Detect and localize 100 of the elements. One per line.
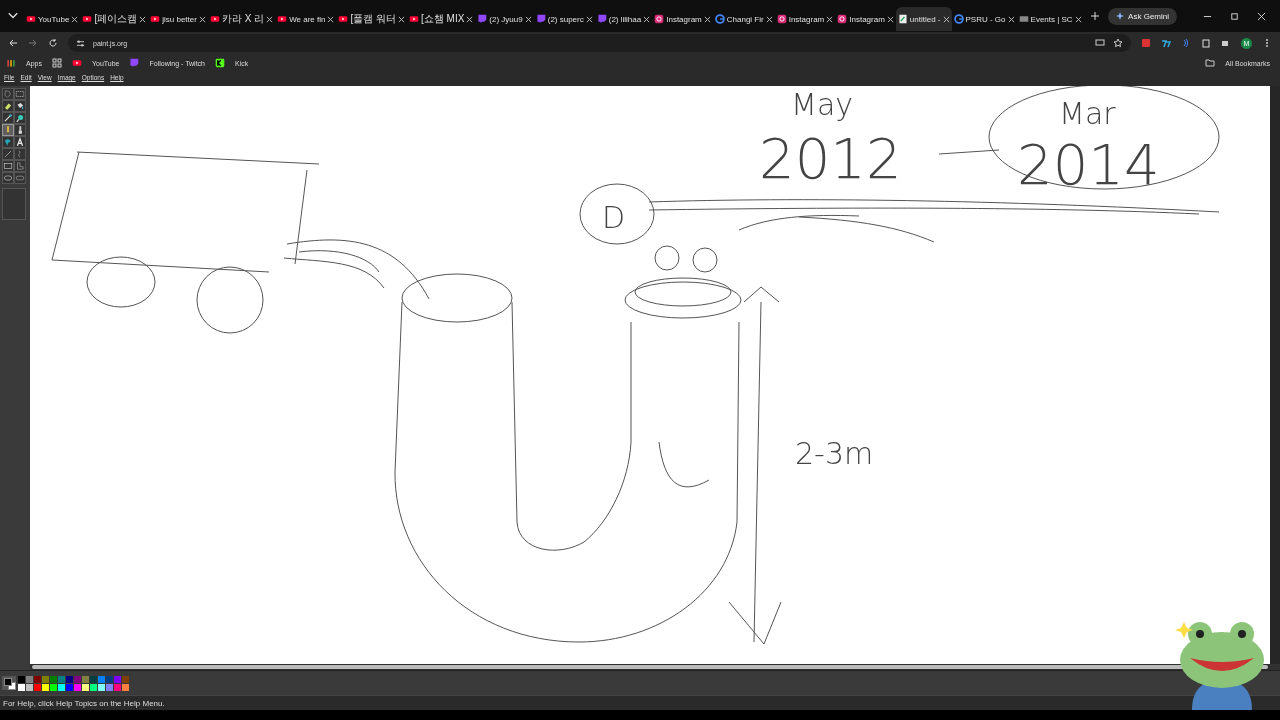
browser-tab[interactable]: 카라 X 리 (207, 7, 276, 31)
ellipse-tool-button[interactable] (2, 172, 14, 184)
close-icon[interactable] (1074, 15, 1082, 23)
palette-swatch[interactable] (106, 683, 113, 691)
palette-swatch[interactable] (50, 683, 57, 691)
close-icon[interactable] (1007, 15, 1015, 23)
close-icon[interactable] (327, 15, 335, 23)
browser-tab[interactable]: (2) superc (533, 7, 595, 31)
close-icon[interactable] (198, 15, 206, 23)
vertical-scrollbar[interactable] (1270, 86, 1280, 664)
apps-favicon-icon[interactable] (6, 58, 16, 68)
picker-tool-button[interactable] (2, 112, 14, 124)
browser-tab[interactable]: PSRU - Go (951, 7, 1017, 31)
grid-icon[interactable] (51, 58, 62, 68)
extension-icon[interactable] (1181, 38, 1191, 48)
palette-swatch[interactable] (82, 675, 89, 683)
folder-icon[interactable] (1205, 59, 1216, 67)
browser-tab[interactable]: (2) Jyuu9 (475, 7, 534, 31)
close-icon[interactable] (703, 15, 711, 23)
current-colors-swatch[interactable] (2, 676, 16, 690)
palette-swatch[interactable] (66, 683, 73, 691)
close-icon[interactable] (765, 15, 773, 23)
browser-tab[interactable]: [쇼챔 MIX (407, 7, 476, 31)
palette-swatch[interactable] (106, 675, 113, 683)
palette-swatch[interactable] (58, 683, 65, 691)
youtube-favicon-icon[interactable] (71, 58, 82, 68)
palette-swatch[interactable] (114, 675, 121, 683)
close-icon[interactable] (524, 15, 532, 23)
close-icon[interactable] (1257, 11, 1266, 21)
close-icon[interactable] (942, 15, 950, 23)
star-icon[interactable] (1113, 38, 1123, 48)
close-icon[interactable] (71, 15, 79, 23)
reload-icon[interactable] (48, 38, 58, 48)
palette-swatch[interactable] (42, 675, 49, 683)
browser-tab[interactable]: [풀캠 워터 (336, 7, 407, 31)
drawing-canvas[interactable]: May 2012 Mar 2014 D 2-3m (30, 86, 1270, 664)
close-icon[interactable] (886, 15, 894, 23)
install-icon[interactable] (1095, 38, 1105, 48)
browser-tab[interactable]: Changi Fir (712, 7, 775, 31)
polygon-tool-button[interactable] (14, 160, 26, 172)
palette-swatch[interactable] (18, 683, 25, 691)
palette-swatch[interactable] (74, 675, 81, 683)
close-icon[interactable] (266, 15, 274, 23)
text-tool-button[interactable] (14, 136, 26, 148)
browser-tab[interactable]: Events | SC (1016, 7, 1084, 31)
palette-swatch[interactable] (26, 675, 33, 683)
palette-swatch[interactable] (26, 683, 33, 691)
palette-swatch[interactable] (98, 675, 105, 683)
palette-swatch[interactable] (74, 683, 81, 691)
palette-swatch[interactable] (122, 675, 129, 683)
browser-tab[interactable]: untitled - (895, 7, 952, 31)
airbrush-tool-button[interactable] (2, 136, 14, 148)
rounded-rectangle-tool-button[interactable] (14, 172, 26, 184)
close-icon[interactable] (398, 15, 405, 23)
forward-icon[interactable] (28, 38, 38, 48)
close-icon[interactable] (139, 15, 147, 23)
palette-swatch[interactable] (34, 675, 41, 683)
extension-icon[interactable] (1141, 38, 1151, 48)
palette-swatch[interactable] (34, 683, 41, 691)
browser-tab[interactable]: Instagram (774, 7, 836, 31)
browser-tab[interactable]: We are fin (275, 7, 337, 31)
magnifier-tool-button[interactable] (14, 112, 26, 124)
palette-swatch[interactable] (98, 683, 105, 691)
browser-tab[interactable]: (2) lilihaa (594, 7, 653, 31)
select-tool-button[interactable] (14, 88, 26, 100)
media-icon[interactable] (1221, 38, 1231, 48)
browser-tab[interactable]: [페이스캠 (80, 7, 149, 31)
browser-tab[interactable]: jisu better (148, 7, 208, 31)
eraser-tool-button[interactable] (2, 100, 14, 112)
palette-swatch[interactable] (42, 683, 49, 691)
palette-swatch[interactable] (58, 675, 65, 683)
back-icon[interactable] (8, 38, 18, 48)
brush-tool-button[interactable] (14, 124, 26, 136)
palette-swatch[interactable] (90, 675, 97, 683)
new-tab-icon[interactable] (1089, 11, 1100, 21)
palette-swatch[interactable] (66, 675, 73, 683)
browser-tab[interactable]: YouTube (24, 7, 81, 31)
close-icon[interactable] (826, 15, 834, 23)
rectangle-tool-button[interactable] (2, 160, 14, 172)
browser-tab[interactable]: Instagram (835, 7, 896, 31)
ask-gemini-button[interactable]: Ask Gemini (1108, 7, 1177, 25)
browser-tab[interactable]: Instagram (652, 7, 713, 31)
horizontal-scrollbar[interactable] (30, 664, 1280, 670)
line-tool-button[interactable] (2, 148, 14, 160)
palette-swatch[interactable] (82, 683, 89, 691)
close-icon[interactable] (643, 15, 651, 23)
twitch-favicon-icon[interactable] (129, 58, 140, 68)
fill-tool-button[interactable] (14, 100, 26, 112)
palette-swatch[interactable] (90, 683, 97, 691)
site-settings-icon[interactable] (76, 38, 85, 48)
palette-swatch[interactable] (114, 683, 121, 691)
palette-swatch[interactable] (50, 675, 57, 683)
extension-icon[interactable] (1161, 38, 1171, 48)
close-icon[interactable] (466, 15, 474, 23)
restore-icon[interactable] (1230, 11, 1239, 21)
palette-swatch[interactable] (122, 683, 129, 691)
kick-favicon-icon[interactable] (215, 58, 225, 68)
palette-swatch[interactable] (18, 675, 25, 683)
extensions-puzzle-icon[interactable] (1201, 38, 1211, 48)
close-icon[interactable] (585, 15, 593, 23)
